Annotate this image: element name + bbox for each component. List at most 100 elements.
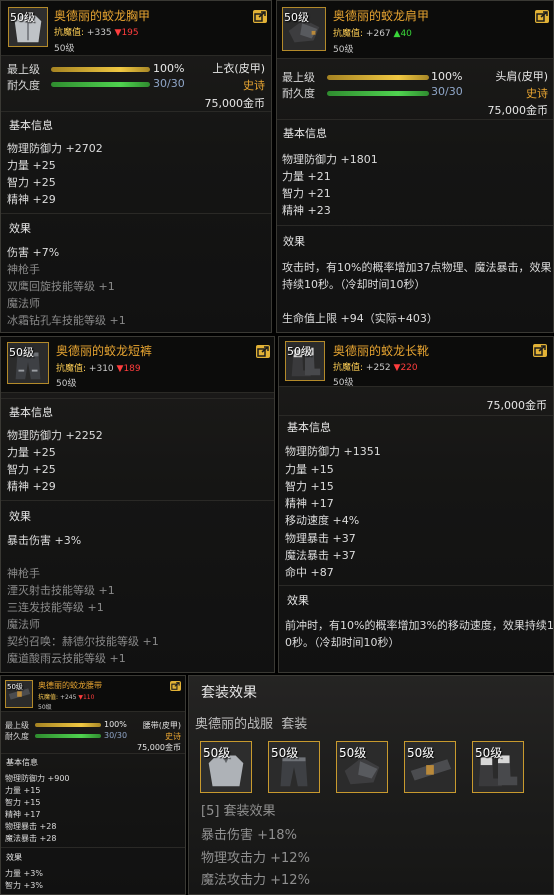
item-level-tag: 50级 bbox=[284, 11, 309, 24]
stat-line: 精神 +29 bbox=[7, 193, 56, 206]
durability-label: 耐久度 bbox=[282, 87, 315, 100]
resist-line: 抗魔值: +267 ▲40 bbox=[333, 26, 412, 39]
effect-description-line: 前冲时，有10%的概率增加3%的移动速度，效果持续1 bbox=[285, 619, 554, 632]
stat-line: 力量 +25 bbox=[7, 446, 56, 459]
stat-line: 精神 +23 bbox=[282, 204, 331, 217]
stat-line: 智力 +15 bbox=[285, 480, 334, 493]
shoulder-armor-icon: 50级 bbox=[282, 7, 326, 51]
extra-stat: 生命值上限 +94（实际+403） bbox=[282, 312, 438, 325]
section-divider bbox=[1, 500, 274, 501]
resist-value: +252 bbox=[365, 363, 391, 373]
section-divider bbox=[1, 398, 274, 399]
resist-line: 抗魔值: +335 ▼195 bbox=[54, 25, 139, 38]
share-icon bbox=[254, 11, 266, 22]
share-button[interactable] bbox=[253, 10, 267, 23]
tooltip-belt: 50级 奥德丽的蛟龙腰带 抗魔值: +245 ▼110 50级 最上级 100%… bbox=[0, 675, 186, 895]
resist-line: 抗魔值: +310 ▼189 bbox=[56, 361, 141, 374]
max-grade-label: 最上级 bbox=[5, 721, 29, 730]
stat-line: 力量 +21 bbox=[282, 170, 331, 183]
pants-icon: 50级 bbox=[7, 342, 49, 384]
equip-slot: 头肩(皮甲) bbox=[495, 70, 548, 83]
set-bonus-title: 套装效果 bbox=[201, 685, 257, 701]
tooltip-shoulder-armor: 50级 奥德丽的蛟龙肩甲 抗魔值: +267 ▲40 50级 最上级 100% … bbox=[276, 0, 554, 333]
tooltip-boots: 50级 奥德丽的蛟龙长靴 抗魔值: +252 ▼220 50级 75,000金币… bbox=[278, 336, 554, 673]
effect-title: 效果 bbox=[9, 510, 31, 523]
max-grade-label: 最上级 bbox=[282, 71, 315, 84]
item-name: 奥德丽的蛟龙短裤 bbox=[56, 344, 153, 358]
section-divider bbox=[1, 847, 185, 848]
resist-value: +335 bbox=[86, 28, 112, 38]
resist-change: ▼220 bbox=[393, 363, 418, 373]
set-item-level: 50级 bbox=[271, 746, 299, 760]
share-button[interactable] bbox=[170, 681, 181, 691]
max-grade-pct: 100% bbox=[153, 62, 185, 75]
set-item-belt[interactable]: 50级 bbox=[404, 741, 456, 793]
stat-line: 智力 +25 bbox=[7, 463, 56, 476]
item-level: 50级 bbox=[38, 704, 52, 711]
stat-line: 物理防御力 +1351 bbox=[285, 445, 381, 458]
resist-label: 抗魔值: bbox=[38, 694, 59, 701]
stat-line: 命中 +87 bbox=[285, 566, 334, 579]
resist-change: ▲40 bbox=[393, 29, 412, 39]
durability-value: 30/30 bbox=[104, 731, 128, 740]
effect-description-line: 攻击时，有10%的概率增加37点物理、魔法暴击，效果 bbox=[282, 261, 552, 274]
share-button[interactable] bbox=[535, 10, 549, 23]
effect-title: 效果 bbox=[6, 853, 22, 862]
resist-change: ▼189 bbox=[116, 364, 141, 374]
item-rarity: 史诗 bbox=[165, 732, 181, 741]
section-divider bbox=[277, 119, 553, 120]
basic-info-title: 基本信息 bbox=[287, 421, 331, 434]
effect-title: 效果 bbox=[9, 222, 31, 235]
share-button[interactable] bbox=[533, 344, 547, 357]
effect-line: 力量 +3% bbox=[5, 869, 43, 878]
effect-line: 暴击伤害 +3% bbox=[7, 534, 82, 547]
effect-line: 冰霜钻孔车技能等级 +1 bbox=[7, 314, 126, 327]
item-level-tag: 50级 bbox=[287, 345, 312, 358]
section-divider bbox=[1, 753, 185, 754]
resist-change: ▼195 bbox=[114, 28, 139, 38]
stat-line: 物理防御力 +1801 bbox=[282, 153, 378, 166]
set-bonus-line: 魔法攻击力 +12% bbox=[201, 873, 310, 888]
item-rarity: 史诗 bbox=[243, 79, 265, 92]
stat-line: 物理防御力 +2702 bbox=[7, 142, 103, 155]
effect-line: 神枪手 bbox=[7, 263, 40, 276]
item-name: 奥德丽的蛟龙腰带 bbox=[38, 681, 102, 690]
set-bonus-line: 物理攻击力 +12% bbox=[201, 851, 310, 866]
set-item-chest[interactable]: 50级 bbox=[200, 741, 252, 793]
effect-line: 魔法师 bbox=[7, 618, 40, 631]
item-price: 75,000金币 bbox=[486, 399, 548, 412]
set-item-shoulder[interactable]: 50级 bbox=[336, 741, 388, 793]
durability-value: 30/30 bbox=[431, 85, 463, 98]
boots-icon: 50级 bbox=[285, 341, 325, 381]
effect-line: 神枪手 bbox=[7, 567, 40, 580]
effect-description-line: 0秒。（冷却时间10秒） bbox=[285, 636, 400, 649]
set-item-level: 50级 bbox=[203, 746, 231, 760]
stat-line: 智力 +21 bbox=[282, 187, 331, 200]
item-name: 奥德丽的蛟龙长靴 bbox=[333, 344, 430, 358]
item-name: 奥德丽的蛟龙肩甲 bbox=[333, 9, 430, 23]
effect-line: 魔法师 bbox=[7, 297, 40, 310]
set-item-boots[interactable]: 50级 bbox=[472, 741, 524, 793]
section-divider bbox=[279, 415, 553, 416]
share-button[interactable] bbox=[256, 345, 270, 358]
stat-line: 魔法暴击 +28 bbox=[5, 834, 57, 843]
equip-slot: 上衣(皮甲) bbox=[212, 62, 265, 75]
basic-info-title: 基本信息 bbox=[283, 127, 327, 140]
effect-description-line: 持续10秒。（冷却时间10秒） bbox=[282, 278, 426, 291]
resist-value: +267 bbox=[365, 29, 391, 39]
effect-line: 契约召唤：赫德尔技能等级 +1 bbox=[7, 635, 159, 648]
item-level: 50级 bbox=[56, 379, 77, 389]
set-item-pants[interactable]: 50级 bbox=[268, 741, 320, 793]
section-divider bbox=[277, 225, 553, 226]
durability-bar bbox=[327, 91, 429, 96]
max-grade-bar bbox=[35, 723, 101, 727]
durability-bar bbox=[35, 734, 101, 738]
set-bonus-line: 暴击伤害 +18% bbox=[201, 828, 297, 843]
resist-label: 抗魔值: bbox=[333, 363, 364, 373]
durability-label: 耐久度 bbox=[5, 732, 29, 741]
equip-slot: 腰带(皮甲) bbox=[142, 721, 181, 730]
resist-label: 抗魔值: bbox=[54, 28, 85, 38]
stat-line: 力量 +15 bbox=[5, 786, 41, 795]
durability-value: 30/30 bbox=[153, 77, 185, 90]
share-icon bbox=[534, 345, 546, 356]
